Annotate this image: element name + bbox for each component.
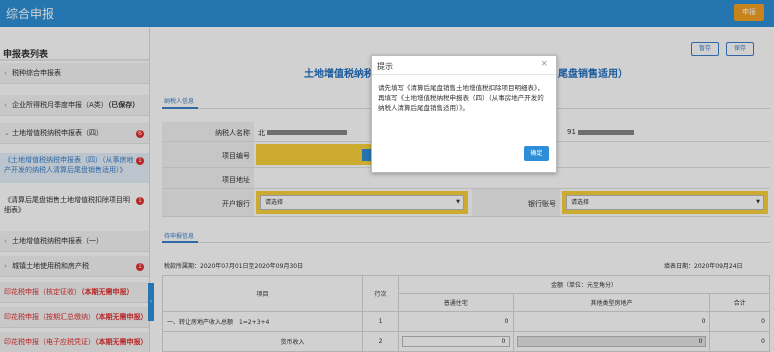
modal-overlay	[0, 0, 774, 352]
dialog-message: 请先填写《清算后尾盘销售土地增值税扣除项目明细表》，再填写《土地增值税纳税申报表…	[378, 84, 544, 112]
dialog-header: 提示 ×	[372, 56, 556, 75]
dialog-title: 提示	[377, 62, 393, 71]
prompt-dialog: 提示 × 请先填写《清算后尾盘销售土地增值税扣除项目明细表》，再填写《土地增值税…	[371, 55, 557, 173]
close-icon[interactable]: ×	[540, 59, 548, 69]
ok-button[interactable]: 确定	[524, 146, 549, 161]
